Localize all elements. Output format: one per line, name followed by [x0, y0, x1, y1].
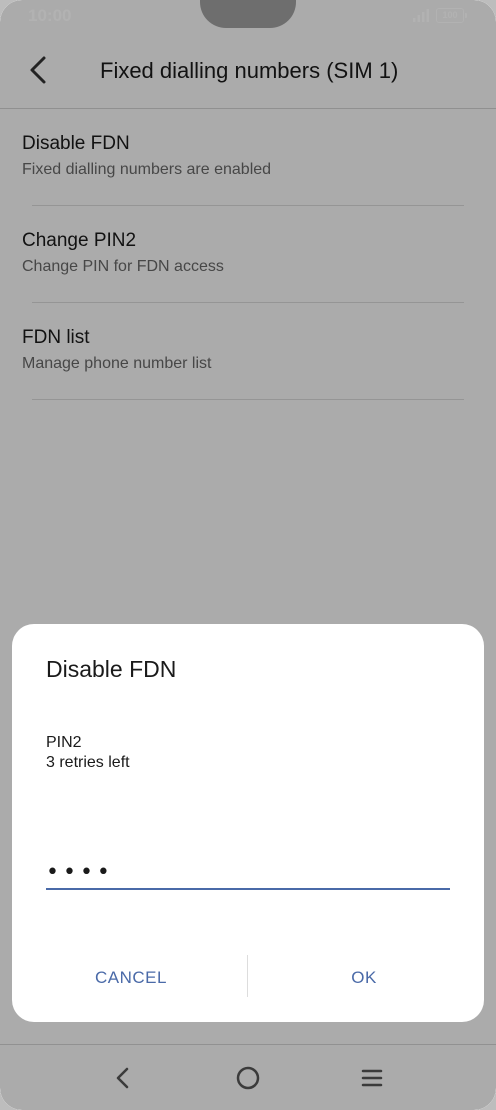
pin2-input[interactable] [46, 856, 450, 890]
button-divider [247, 955, 248, 997]
cancel-button[interactable]: CANCEL [32, 958, 230, 998]
phone-screen: 10:00 100 Fixed dialling numbers (SIM 1)… [0, 0, 496, 1110]
disable-fdn-dialog: Disable FDN PIN2 3 retries left CANCEL O… [12, 624, 484, 1022]
retries-left-text: 3 retries left [46, 754, 130, 771]
pin-label: PIN2 [46, 734, 82, 751]
ok-button[interactable]: OK [266, 958, 462, 998]
dialog-title: Disable FDN [46, 656, 177, 682]
